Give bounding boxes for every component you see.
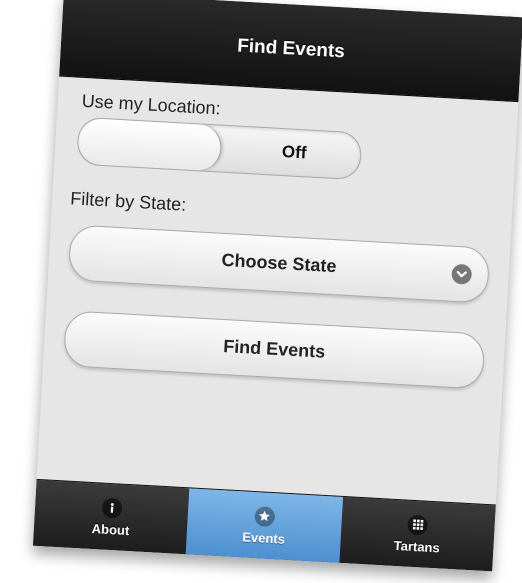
state-select-value: Choose State [221, 249, 338, 277]
location-toggle[interactable]: Off [76, 116, 363, 181]
filter-label: Filter by State: [69, 188, 187, 215]
tab-events-label: Events [241, 528, 286, 547]
find-events-label: Find Events [222, 336, 326, 362]
screenshot-stage: Find Events Use my Location: Off Filter … [0, 0, 522, 583]
star-icon [254, 505, 276, 527]
toggle-state-label: Off [281, 142, 308, 163]
state-select[interactable]: Choose State [67, 224, 491, 304]
toggle-knob[interactable] [77, 117, 223, 172]
tab-tartans[interactable]: Tartans [339, 497, 496, 571]
page-title: Find Events [236, 35, 346, 63]
tab-about[interactable]: About [33, 480, 190, 554]
location-label: Use my Location: [81, 90, 222, 119]
app-screen: Find Events Use my Location: Off Filter … [32, 0, 522, 572]
header-bar: Find Events [59, 0, 522, 103]
grid-icon [407, 514, 429, 536]
tab-about-label: About [91, 520, 130, 538]
tab-tartans-label: Tartans [393, 537, 441, 555]
tab-bar: About Events Tartans [32, 478, 496, 572]
info-icon [101, 497, 123, 519]
find-events-button[interactable]: Find Events [62, 310, 486, 390]
tab-events[interactable]: Events [185, 488, 343, 563]
